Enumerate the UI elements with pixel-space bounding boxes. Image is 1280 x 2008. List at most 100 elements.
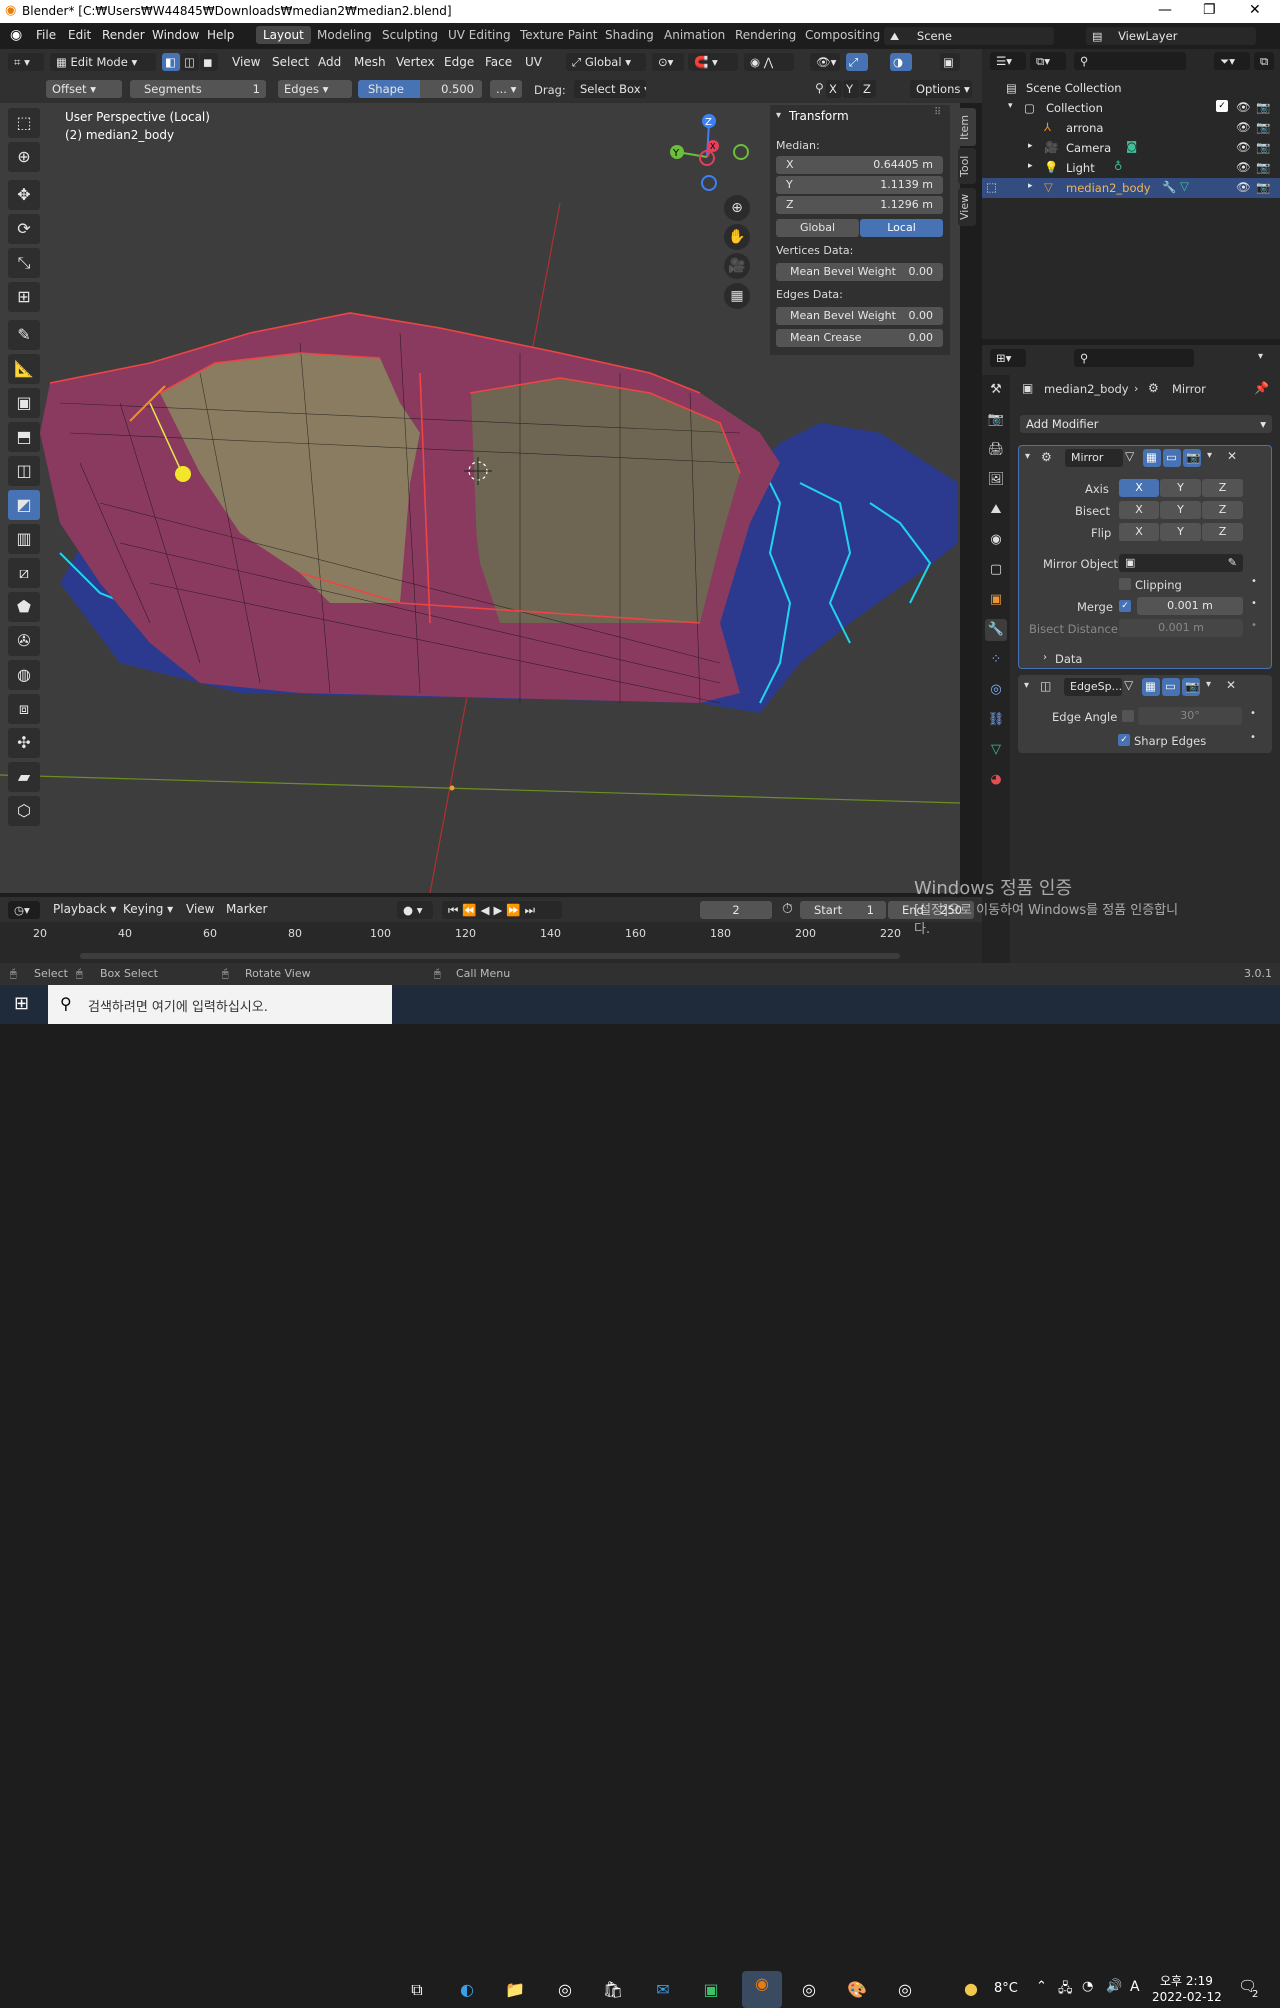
object-tab-icon[interactable]: ▣: [985, 589, 1007, 611]
bevel-handle[interactable]: [175, 466, 191, 482]
snap-button[interactable]: 🧲 ▾: [688, 53, 738, 71]
maximize-button[interactable]: ❐: [1203, 2, 1216, 18]
task-view-icon[interactable]: ⧉: [404, 1977, 430, 2003]
eye-icon[interactable]: 👁: [1236, 140, 1251, 154]
tab-layout[interactable]: Layout: [256, 26, 311, 44]
outliner-search-input[interactable]: ⚲: [1074, 52, 1186, 70]
bisect-x-toggle[interactable]: X: [1119, 501, 1159, 519]
expand-arrow-icon[interactable]: ▸: [1028, 181, 1033, 191]
drag-select-dropdown[interactable]: Select Box ▾: [574, 80, 646, 98]
viewport-display-icon[interactable]: ▭: [1163, 449, 1181, 467]
local-toggle[interactable]: Local: [860, 219, 943, 237]
menu-marker[interactable]: Marker: [226, 902, 267, 916]
spin-tool-icon[interactable]: ✇: [8, 626, 40, 656]
scene-selector[interactable]: ⛰ Scene: [884, 27, 1054, 45]
camera-render-icon[interactable]: 📷: [1256, 120, 1270, 134]
sidebar-tab-tool[interactable]: Tool: [958, 148, 976, 184]
merge-distance-field[interactable]: 0.001 m: [1137, 597, 1243, 615]
menu-playback[interactable]: Playback ▾: [53, 902, 116, 916]
tab-animation[interactable]: Animation: [664, 28, 725, 42]
constraints-tab-icon[interactable]: ⛓: [985, 709, 1007, 731]
scene-tab-icon[interactable]: ⛰: [985, 499, 1007, 521]
affect-dropdown[interactable]: Edges ▾: [278, 80, 352, 98]
select-box-tool-icon[interactable]: ⬚: [8, 108, 40, 138]
weather-temp[interactable]: 8°C: [994, 1981, 1018, 1996]
list-item[interactable]: ▸ 💡 Light ♁ 👁 📷: [982, 158, 1280, 178]
camera-render-icon[interactable]: 📷: [1256, 180, 1270, 194]
sharp-edges-checkbox[interactable]: ✓: [1118, 734, 1130, 746]
edit-mode-display-icon[interactable]: ▽: [1125, 449, 1134, 463]
merge-checkbox[interactable]: ✓: [1119, 600, 1131, 612]
transform-tool-icon[interactable]: ⊞: [8, 282, 40, 312]
list-item[interactable]: ▸ 🎥 Camera ◙ 👁 📷: [982, 138, 1280, 158]
flip-y-toggle[interactable]: Y: [1160, 523, 1201, 541]
paint-icon[interactable]: 🎨: [844, 1977, 870, 2003]
menu-select[interactable]: Select: [272, 55, 309, 69]
mirror-z-toggle[interactable]: Z: [860, 80, 876, 98]
windows-start-icon[interactable]: ⊞: [14, 993, 29, 1014]
expand-arrow-icon[interactable]: ▸: [1028, 141, 1033, 151]
tab-rendering[interactable]: Rendering: [735, 28, 796, 42]
xray-button[interactable]: ▣: [940, 53, 960, 71]
sidebar-tab-view[interactable]: View: [958, 188, 976, 226]
inset-tool-icon[interactable]: ◫: [8, 456, 40, 486]
start-frame-field[interactable]: Start 1: [800, 901, 886, 919]
menu-face[interactable]: Face: [485, 55, 512, 69]
overlay-button[interactable]: ◑: [890, 53, 912, 71]
eye-icon[interactable]: 👁: [1236, 180, 1251, 194]
viewlayer-selector[interactable]: ▤ ViewLayer: [1086, 27, 1256, 45]
exclude-checkbox[interactable]: ✓: [1216, 100, 1228, 112]
microsoft-store-icon[interactable]: 🛍: [600, 1977, 626, 2003]
scale-tool-icon[interactable]: ⤡: [8, 248, 40, 278]
on-cage-icon[interactable]: ▦: [1143, 449, 1161, 467]
flip-z-toggle[interactable]: Z: [1202, 523, 1243, 541]
zoom-icon[interactable]: ⊕: [724, 195, 750, 221]
auto-keying-button[interactable]: ● ▾: [397, 901, 433, 919]
mirror-x-toggle[interactable]: X: [826, 80, 842, 98]
list-item[interactable]: ▤ Scene Collection: [982, 78, 1280, 98]
median-x-field[interactable]: X 0.64405 m: [776, 156, 943, 174]
perspective-grid-icon[interactable]: ▦: [724, 283, 750, 309]
on-cage-icon[interactable]: ▦: [1142, 678, 1160, 696]
more-options-dropdown[interactable]: ... ▾: [490, 80, 522, 98]
blender-taskbar-icon[interactable]: ◉: [742, 1971, 782, 2008]
move-tool-icon[interactable]: ✥: [8, 180, 40, 210]
camera-view-icon[interactable]: 🎥: [724, 253, 750, 279]
menu-render[interactable]: Render: [102, 28, 145, 42]
pin-icon[interactable]: 📌: [1254, 381, 1269, 395]
median-y-field[interactable]: Y 1.1139 m: [776, 176, 943, 194]
shape-slider[interactable]: Shape 0.500: [358, 80, 482, 98]
tab-uv-editing[interactable]: UV Editing: [448, 28, 511, 42]
render-display-icon[interactable]: 📷: [1182, 678, 1200, 696]
tab-shading[interactable]: Shading: [605, 28, 654, 42]
properties-search-input[interactable]: ⚲: [1074, 349, 1194, 367]
view-layer-tab-icon[interactable]: 🖼: [985, 469, 1007, 491]
gizmo-neg-y-ball[interactable]: [733, 144, 749, 160]
edge-browser-icon[interactable]: ◐: [454, 1977, 480, 2003]
collapse-arrow-icon[interactable]: ▾: [1024, 680, 1029, 691]
keyframe-dot-icon[interactable]: •: [1250, 732, 1256, 743]
mean-bevel-weight-edge-field[interactable]: Mean Bevel Weight 0.00: [776, 307, 943, 325]
wifi-icon[interactable]: ◔: [1082, 1979, 1093, 1994]
render-display-icon[interactable]: 📷: [1183, 449, 1201, 467]
ime-indicator[interactable]: A: [1130, 1979, 1140, 1995]
camera-render-icon[interactable]: 📷: [1256, 100, 1270, 114]
eye-icon[interactable]: 👁: [1236, 100, 1251, 114]
expand-arrow-icon[interactable]: ▸: [1028, 161, 1033, 171]
menu-edge[interactable]: Edge: [444, 55, 474, 69]
smooth-tool-icon[interactable]: ◍: [8, 660, 40, 690]
modifier-name-field[interactable]: Mirror: [1065, 449, 1123, 467]
gizmo-neg-z-ball[interactable]: [701, 175, 717, 191]
segments-field[interactable]: Segments 1: [130, 80, 266, 98]
bisect-z-toggle[interactable]: Z: [1202, 501, 1243, 519]
close-icon[interactable]: ✕: [1226, 678, 1236, 692]
knife-tool-icon[interactable]: ⧄: [8, 558, 40, 588]
edit-mode-display-icon[interactable]: ▽: [1124, 678, 1133, 692]
menu-keying[interactable]: Keying ▾: [123, 902, 173, 916]
shear-tool-icon[interactable]: ▰: [8, 762, 40, 792]
list-item[interactable]: ⬚ ▸ ▽ median2_body 🔧 ▽ 👁 📷: [982, 178, 1280, 198]
extrude-tool-icon[interactable]: ⬒: [8, 422, 40, 452]
timeline-scrollbar[interactable]: [80, 953, 900, 959]
menu-vertex[interactable]: Vertex: [396, 55, 435, 69]
transform-orientation[interactable]: ⤢ Global ▾: [566, 53, 646, 71]
